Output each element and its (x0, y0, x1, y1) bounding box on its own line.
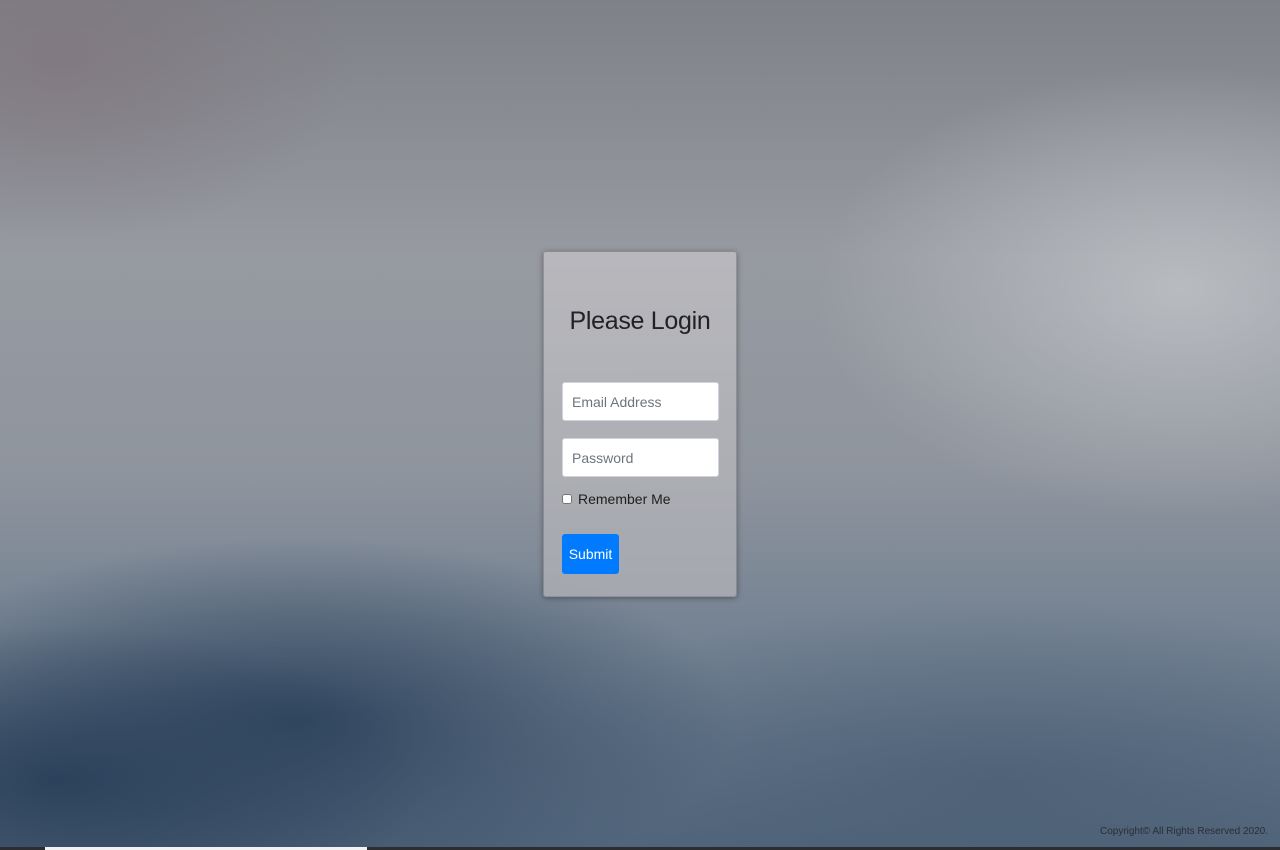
remember-me-checkbox[interactable] (562, 494, 572, 504)
password-field[interactable] (562, 438, 719, 477)
email-field[interactable] (562, 382, 719, 421)
remember-me-label: Remember Me (578, 491, 671, 507)
login-card: Please Login Remember Me Submit (543, 251, 737, 597)
copyright-text: Copyright© All Rights Reserved 2020. (1099, 826, 1268, 837)
login-title: Please Login (569, 307, 711, 335)
remember-me-row: Remember Me (562, 491, 718, 507)
submit-button[interactable]: Submit (562, 534, 619, 574)
